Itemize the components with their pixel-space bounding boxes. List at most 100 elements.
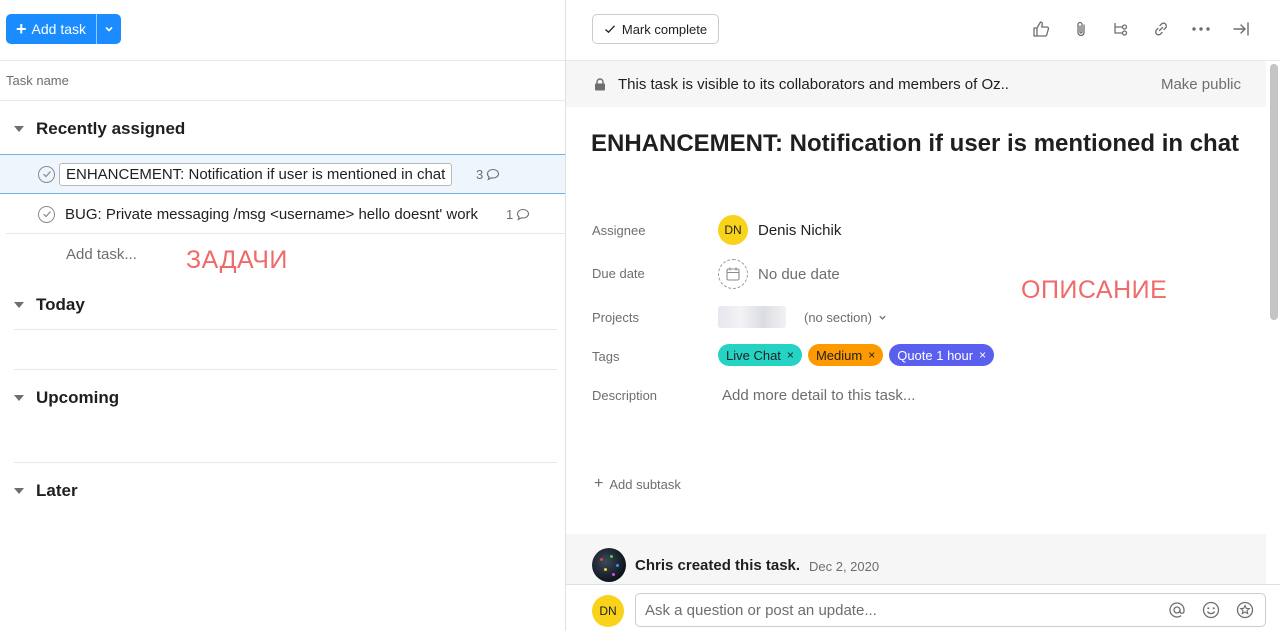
comment-count[interactable]: 3 <box>476 167 500 182</box>
due-date-field[interactable]: No due date <box>718 259 840 289</box>
complete-check-icon[interactable] <box>38 205 55 223</box>
add-task-label: Add task <box>31 21 86 37</box>
section-today[interactable]: Today <box>14 295 85 315</box>
make-public-button[interactable]: Make public <box>1161 76 1241 93</box>
due-date-value: No due date <box>758 265 840 283</box>
assignee-name: Denis Nichik <box>758 221 842 239</box>
task-name[interactable]: BUG: Private messaging /msg <username> h… <box>65 206 478 223</box>
divider <box>0 100 565 101</box>
project-section-dropdown[interactable]: (no section) <box>804 310 887 325</box>
project-section: (no section) <box>804 309 872 325</box>
due-date-label: Due date <box>592 266 645 281</box>
task-title[interactable]: ENHANCEMENT: Notification if user is men… <box>591 130 1239 158</box>
description-input[interactable]: Add more detail to this task... <box>722 387 915 404</box>
task-list-pane: + Add task Task name Recently assigned E… <box>0 0 565 631</box>
scrollbar[interactable] <box>1270 64 1278 320</box>
plus-icon: + <box>16 19 27 39</box>
comment-placeholder: Ask a question or post an update... <box>645 601 877 619</box>
add-task-main[interactable]: + Add task <box>6 14 96 44</box>
add-task-inline[interactable]: Add task... <box>66 246 137 263</box>
assignee-label: Assignee <box>592 223 646 238</box>
tag-quote-1-hour[interactable]: Quote 1 hour × <box>889 344 995 366</box>
projects-label: Projects <box>592 310 639 325</box>
link-icon[interactable] <box>1150 18 1172 40</box>
mark-complete-button[interactable]: Mark complete <box>592 14 719 44</box>
task-row[interactable]: BUG: Private messaging /msg <username> h… <box>0 194 565 234</box>
tag-label: Medium <box>815 347 863 363</box>
task-detail-pane: Mark complete This task is visible to it… <box>566 0 1280 631</box>
comment-count[interactable]: 1 <box>506 207 530 222</box>
tag-live-chat[interactable]: Live Chat × <box>718 344 802 366</box>
comment-icon <box>517 208 530 221</box>
avatar: DN <box>592 595 624 627</box>
assignee-field[interactable]: DN Denis Nichik <box>718 215 841 245</box>
attachment-icon[interactable] <box>1070 18 1092 40</box>
complete-check-icon[interactable] <box>38 165 55 183</box>
star-icon[interactable] <box>1235 600 1255 620</box>
add-subtask-label: Add subtask <box>609 476 681 492</box>
chevron-down-icon <box>879 315 886 320</box>
chevron-down-icon <box>105 26 113 32</box>
remove-tag-icon[interactable]: × <box>868 348 875 362</box>
close-pane-icon[interactable] <box>1230 18 1252 40</box>
section-upcoming[interactable]: Upcoming <box>14 388 119 408</box>
emoji-icon[interactable] <box>1201 600 1221 620</box>
tag-label: Quote 1 hour <box>897 347 974 363</box>
comment-count-value: 1 <box>506 206 514 222</box>
avatar: DN <box>718 215 748 245</box>
section-title: Today <box>36 295 85 314</box>
tag-label: Live Chat <box>726 347 781 363</box>
comment-count-value: 3 <box>476 166 484 182</box>
task-row[interactable]: ENHANCEMENT: Notification if user is men… <box>0 154 565 194</box>
tag-medium[interactable]: Medium × <box>807 344 884 366</box>
comment-input[interactable]: Ask a question or post an update... <box>635 593 1266 627</box>
activity-text: Chris created this task. <box>635 557 801 574</box>
visibility-text: This task is visible to its collaborator… <box>618 75 1009 93</box>
plus-icon: + <box>594 475 604 492</box>
divider <box>14 462 557 463</box>
task-toolbar <box>1030 18 1252 40</box>
collapse-triangle-icon[interactable] <box>14 126 24 132</box>
column-header-task-name[interactable]: Task name <box>6 73 69 88</box>
calendar-icon <box>718 259 748 289</box>
section-title: Upcoming <box>36 388 120 407</box>
composer-icons <box>1167 600 1255 620</box>
collapse-triangle-icon[interactable] <box>14 395 24 401</box>
activity-feed: Chris created this task. Dec 2, 2020 <box>566 534 1266 584</box>
annotation-description: ОПИСАНИЕ <box>1021 276 1168 304</box>
description-label: Description <box>592 388 658 403</box>
visibility-banner: This task is visible to its collaborator… <box>566 61 1266 107</box>
tags-label: Tags <box>592 349 620 364</box>
tags-field: Live Chat × Medium × Quote 1 hour × <box>718 344 995 366</box>
comment-icon <box>487 168 500 181</box>
remove-tag-icon[interactable]: × <box>979 348 986 362</box>
projects-field[interactable]: (no section) <box>718 306 887 328</box>
section-title: Later <box>36 481 78 500</box>
collapse-triangle-icon[interactable] <box>14 302 24 308</box>
section-title: Recently assigned <box>36 119 186 138</box>
add-subtask-button[interactable]: + Add subtask <box>594 476 681 492</box>
project-name-redacted[interactable] <box>718 306 786 328</box>
lock-icon <box>595 77 605 90</box>
like-icon[interactable] <box>1030 18 1052 40</box>
avatar <box>592 548 626 582</box>
comment-composer: DN Ask a question or post an update... <box>566 585 1280 631</box>
add-task-button[interactable]: + Add task <box>6 14 121 44</box>
section-recently-assigned[interactable]: Recently assigned <box>14 119 185 139</box>
activity-date: Dec 2, 2020 <box>809 559 880 574</box>
add-task-dropdown[interactable] <box>97 14 121 44</box>
mark-complete-label: Mark complete <box>621 21 708 37</box>
collapse-triangle-icon[interactable] <box>14 488 24 494</box>
divider <box>14 369 557 370</box>
more-icon[interactable] <box>1190 18 1212 40</box>
check-icon <box>604 25 615 34</box>
task-name-input[interactable]: ENHANCEMENT: Notification if user is men… <box>59 162 453 186</box>
divider <box>14 329 557 330</box>
section-later[interactable]: Later <box>14 481 78 501</box>
remove-tag-icon[interactable]: × <box>787 348 794 362</box>
divider <box>6 233 565 234</box>
divider <box>0 60 565 61</box>
annotation-tasks: ЗАДАЧИ <box>186 246 288 274</box>
subtask-icon[interactable] <box>1110 18 1132 40</box>
mention-icon[interactable] <box>1167 600 1187 620</box>
